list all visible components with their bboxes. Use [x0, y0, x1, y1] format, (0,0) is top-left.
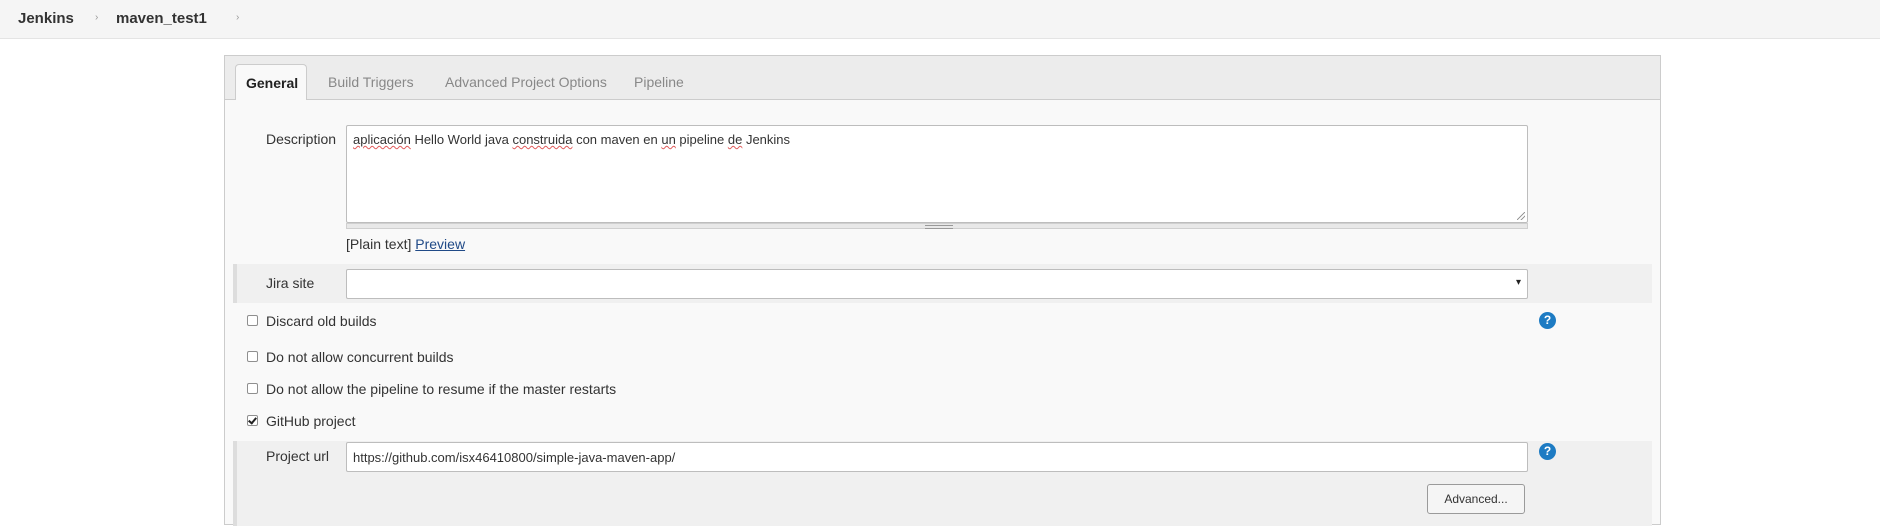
description-format-note: [Plain text] Preview: [346, 236, 465, 252]
textarea-drag-handle[interactable]: [346, 223, 1528, 229]
jira-site-label: Jira site: [266, 275, 315, 291]
tab-general[interactable]: General: [235, 64, 307, 100]
preview-link[interactable]: Preview: [415, 236, 465, 252]
discard-old-builds-label[interactable]: Discard old builds: [266, 313, 377, 329]
no-concurrent-builds-label[interactable]: Do not allow concurrent builds: [266, 349, 454, 365]
no-resume-label[interactable]: Do not allow the pipeline to resume if t…: [266, 381, 616, 397]
advanced-button[interactable]: Advanced...: [1427, 484, 1525, 514]
description-word: construida: [512, 132, 573, 147]
config-panel: General Build Triggers Advanced Project …: [224, 55, 1661, 526]
description-word: aplicación: [353, 132, 411, 147]
breadcrumb-job[interactable]: maven_test1: [116, 10, 207, 27]
project-url-input[interactable]: [346, 442, 1528, 472]
description-text: con maven en: [572, 132, 662, 147]
no-resume-checkbox[interactable]: [247, 383, 258, 394]
drag-grip-icon: [925, 225, 953, 229]
project-url-label: Project url: [266, 448, 330, 464]
github-project-label[interactable]: GitHub project: [266, 413, 355, 429]
help-icon[interactable]: ?: [1539, 312, 1556, 329]
tab-advanced-project-options[interactable]: Advanced Project Options: [445, 64, 607, 100]
description-word: de: [727, 132, 743, 147]
breadcrumb-jenkins[interactable]: Jenkins: [18, 10, 74, 27]
plain-text-label: [Plain text]: [346, 236, 412, 252]
description-word: un: [661, 132, 676, 147]
tab-bar: General Build Triggers Advanced Project …: [225, 56, 1660, 100]
no-concurrent-builds-checkbox[interactable]: [247, 351, 258, 362]
jira-site-select[interactable]: ▾: [346, 269, 1528, 299]
discard-old-builds-checkbox[interactable]: [247, 315, 258, 326]
description-text: pipeline: [675, 132, 728, 147]
breadcrumb-separator-icon[interactable]: ›: [95, 12, 98, 23]
tab-build-triggers[interactable]: Build Triggers: [328, 64, 414, 100]
breadcrumb-bar: Jenkins › maven_test1 ›: [0, 0, 1880, 39]
chevron-down-icon: ▾: [1515, 277, 1521, 288]
help-icon[interactable]: ?: [1539, 443, 1556, 460]
tab-pipeline[interactable]: Pipeline: [634, 64, 684, 100]
description-text: Jenkins: [742, 132, 791, 147]
description-text: Hello World java: [410, 132, 513, 147]
resize-grip-icon[interactable]: [1517, 212, 1525, 220]
description-label: Description: [266, 131, 337, 147]
github-project-checkbox[interactable]: [247, 415, 258, 426]
breadcrumb-separator-icon[interactable]: ›: [236, 12, 239, 23]
description-textarea[interactable]: aplicación Hello World java construida c…: [346, 125, 1528, 223]
